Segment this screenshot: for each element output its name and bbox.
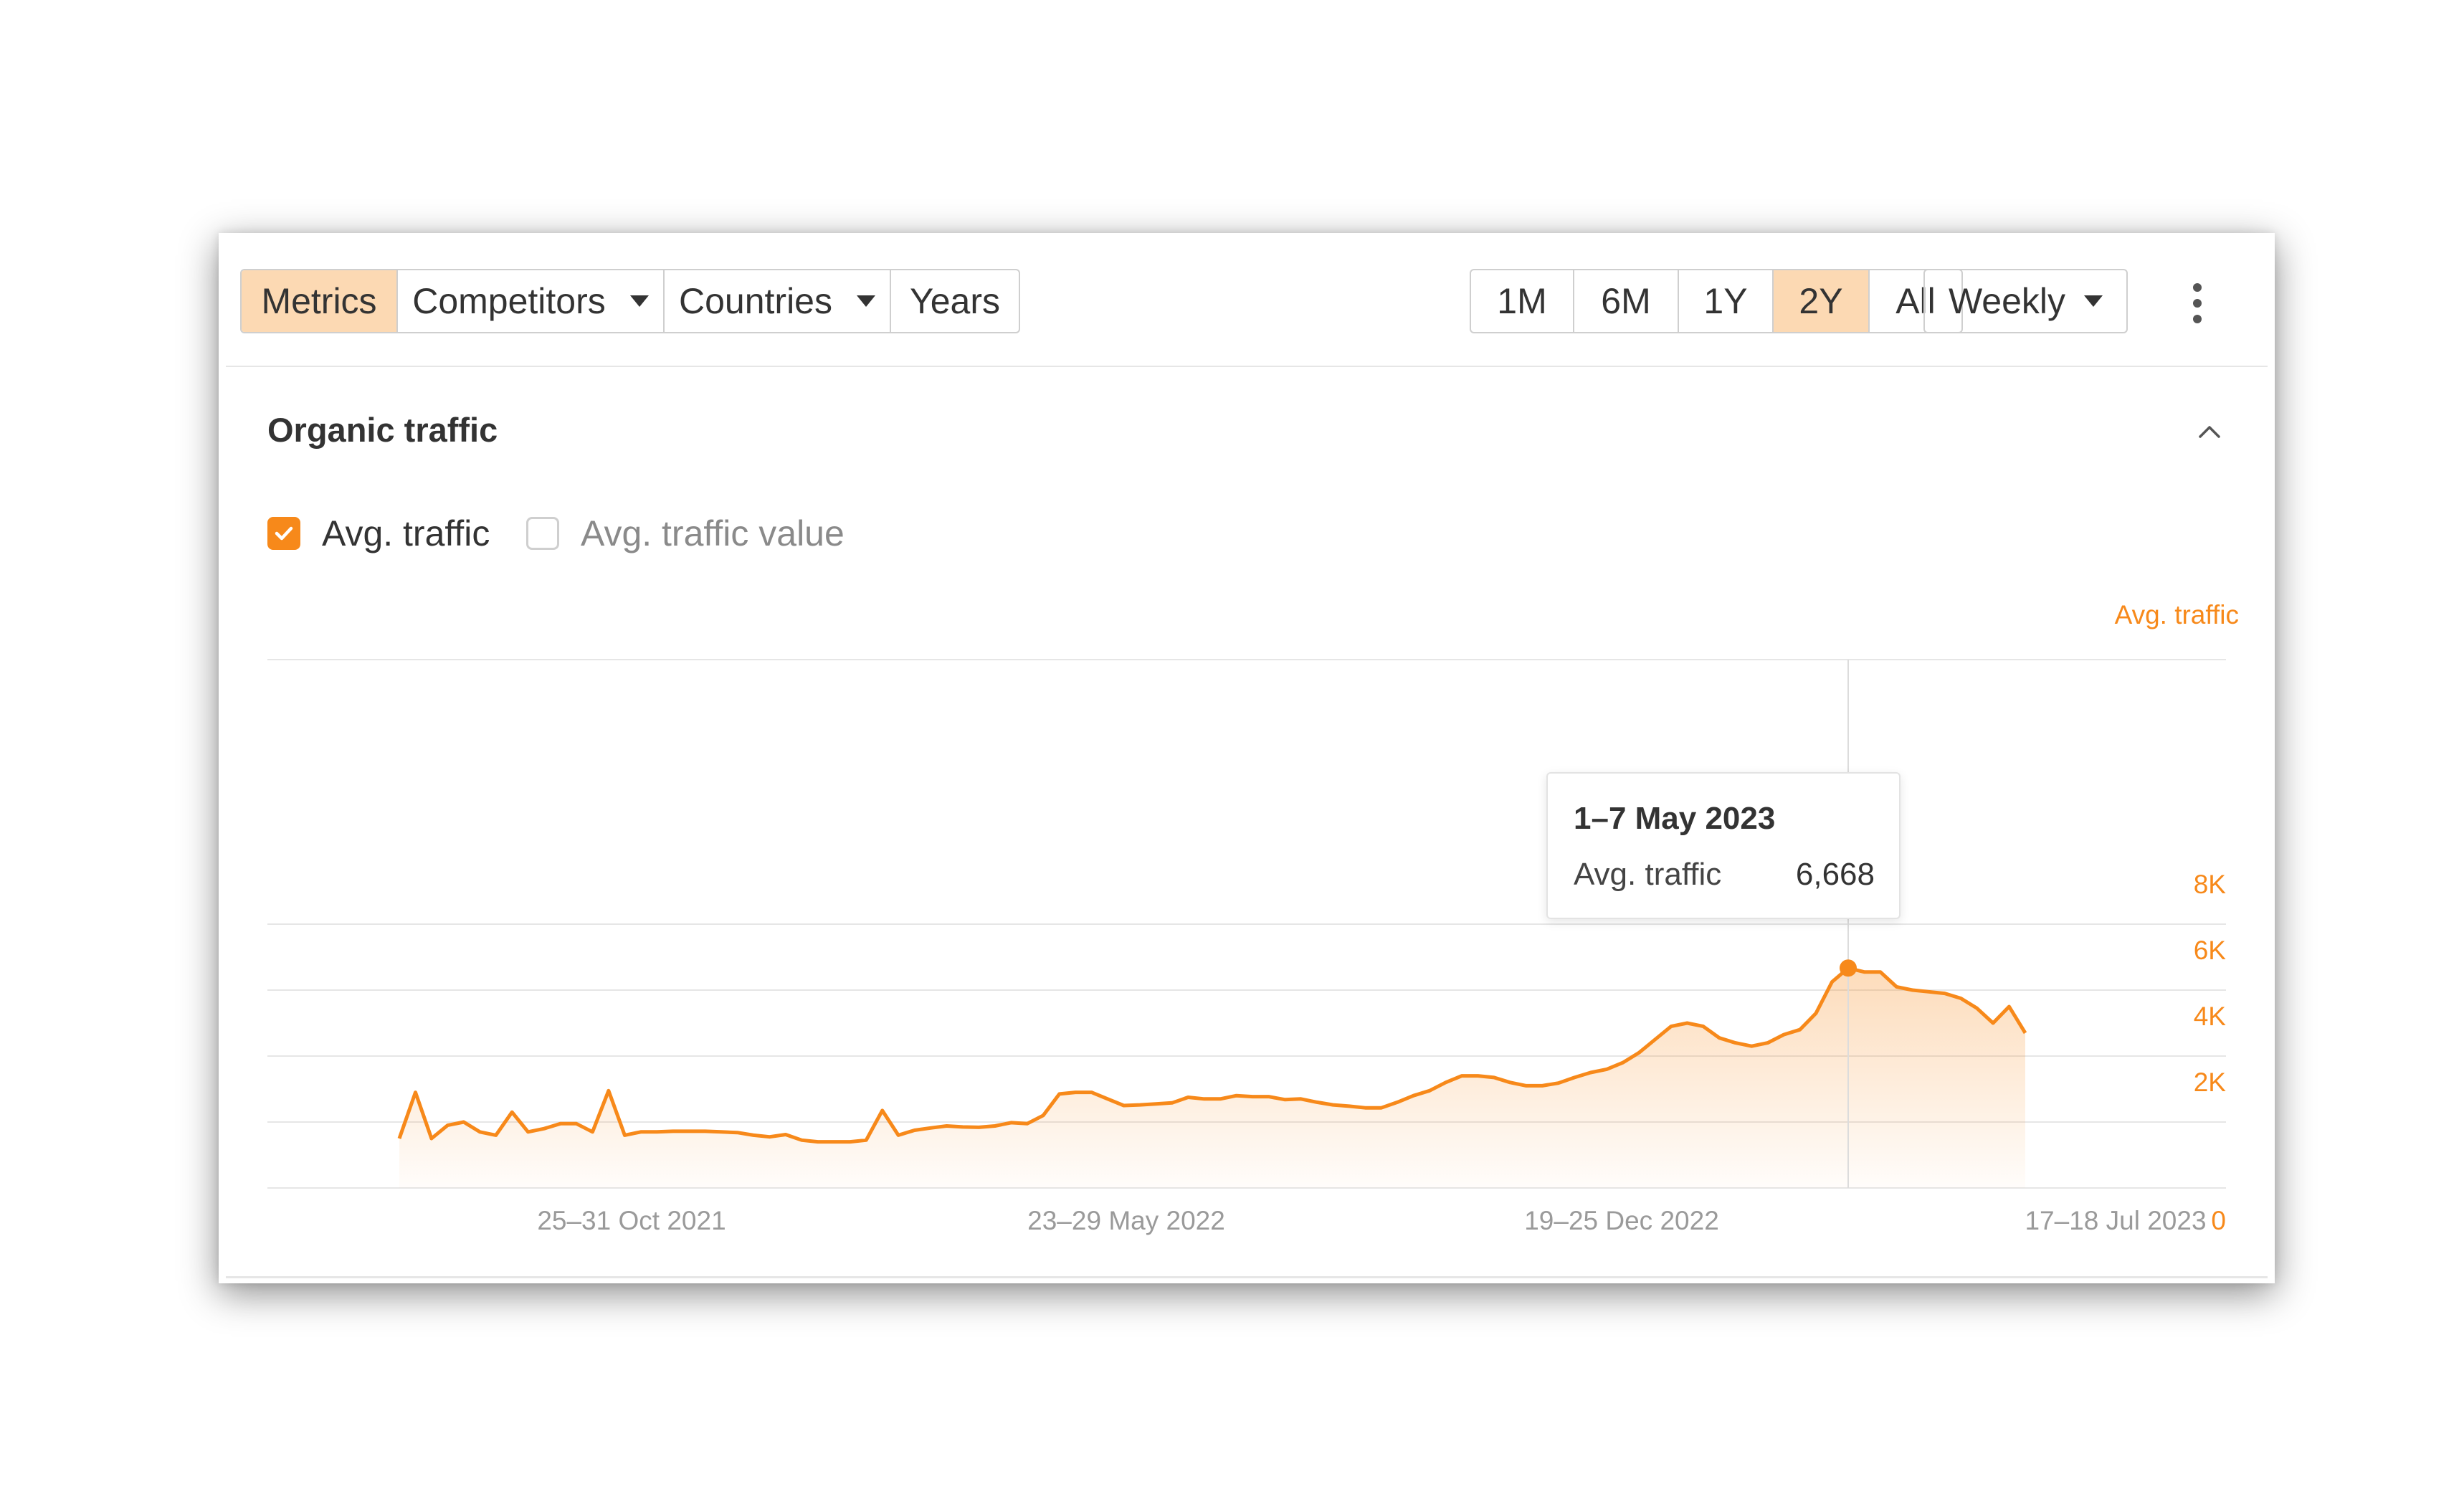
tooltip-metric-value: 6,668 — [1795, 857, 1875, 892]
y-tick-label: 2K — [2194, 1068, 2227, 1097]
x-tick-label: 25–31 Oct 2021 — [537, 1206, 726, 1235]
y-tick-label: 0 — [2211, 1206, 2226, 1235]
hover-point-marker — [1839, 959, 1857, 977]
traffic-chart: 0 2K 4K 6K 8K 25–31 Oct 2021 23–29 May 2022 19–… — [267, 659, 2227, 1235]
x-tick-label: 19–25 Dec 2022 — [1524, 1206, 1719, 1235]
organic-traffic-card: Metrics Competitors Countries Years 1M 6M 1Y 2… — [219, 233, 2275, 1283]
tooltip-metric-label: Avg. traffic — [1574, 857, 1722, 892]
x-tick-label: 23–29 May 2022 — [1027, 1206, 1225, 1235]
x-tick-label: 17–18 Jul 2023 — [2025, 1206, 2206, 1235]
traffic-area-fill — [399, 968, 2025, 1188]
y-tick-label: 6K — [2194, 936, 2227, 965]
chart-tooltip: 1–7 May 2023 Avg. traffic 6,668 — [1546, 772, 1901, 919]
y-tick-label: 4K — [2194, 1002, 2227, 1031]
tooltip-date: 1–7 May 2023 — [1574, 801, 1776, 836]
bottom-divider — [226, 1276, 2268, 1278]
y-tick-label: 8K — [2194, 870, 2227, 899]
